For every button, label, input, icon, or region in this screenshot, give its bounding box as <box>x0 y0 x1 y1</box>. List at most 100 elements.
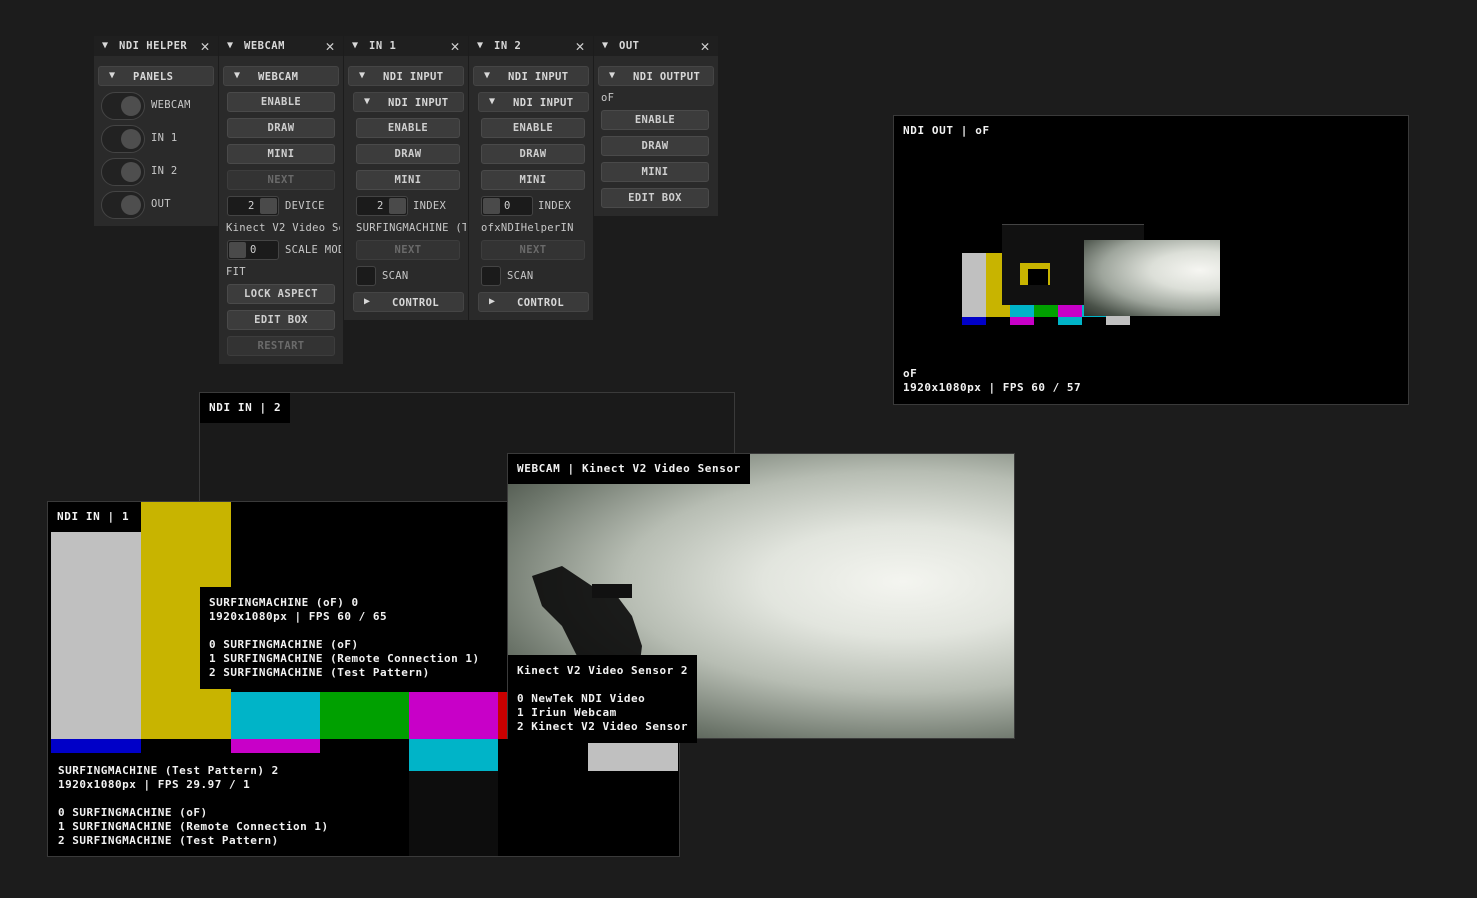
toggle-out[interactable] <box>101 191 145 219</box>
device-slider[interactable]: 2 <box>227 196 279 216</box>
toggle-in2[interactable] <box>101 158 145 186</box>
edit-box-button[interactable]: EDIT BOX <box>601 188 709 208</box>
mini-button[interactable]: MINI <box>481 170 585 190</box>
restart-button[interactable]: RESTART <box>227 336 335 356</box>
test-pattern-bar-gray <box>51 532 141 739</box>
group-webcam[interactable]: ▼ WEBCAM <box>223 66 339 86</box>
draw-button[interactable]: DRAW <box>356 144 460 164</box>
group-control[interactable]: ▶ CONTROL <box>353 292 464 312</box>
toggle-in1[interactable] <box>101 125 145 153</box>
scale-mode-slider[interactable]: 0 <box>227 240 279 260</box>
index-slider[interactable]: 2 <box>356 196 408 216</box>
triangle-down-icon[interactable]: ▼ <box>352 40 359 51</box>
scan-label: SCAN <box>382 270 409 282</box>
group-label: NDI OUTPUT <box>633 71 701 83</box>
slider-knob[interactable] <box>260 198 277 214</box>
mini-button[interactable]: MINI <box>601 162 709 182</box>
index-value: 0 <box>504 200 511 212</box>
triangle-down-icon[interactable]: ▼ <box>102 40 109 51</box>
index-slider[interactable]: 0 <box>481 196 533 216</box>
panel-title: NDI HELPER <box>119 40 188 52</box>
panel-webcam: ▼ WEBCAM ✕ ▼ WEBCAM ENABLE DRAW MINI NEX… <box>219 36 343 364</box>
panel-title-bar[interactable]: ▼ OUT ✕ <box>594 36 718 56</box>
panel-in1: ▼ IN 1 ✕ ▼ NDI INPUT ▼ NDI INPUT ENABLE … <box>344 36 468 320</box>
triangle-down-icon[interactable]: ▼ <box>602 40 609 51</box>
panel-title: IN 1 <box>369 40 397 52</box>
toggle-knob <box>121 162 141 182</box>
next-button[interactable]: NEXT <box>356 240 460 260</box>
close-icon[interactable]: ✕ <box>325 37 335 55</box>
scale-mode-label: SCALE MOD <box>285 244 341 256</box>
panel-title-bar[interactable]: ▼ NDI HELPER ✕ <box>94 36 218 56</box>
edit-box-button[interactable]: EDIT BOX <box>227 310 335 330</box>
draw-button[interactable]: DRAW <box>601 136 709 156</box>
close-icon[interactable]: ✕ <box>200 37 210 55</box>
next-button[interactable]: NEXT <box>481 240 585 260</box>
triangle-down-icon: ▼ <box>109 70 116 81</box>
group-ndi-output[interactable]: ▼ NDI OUTPUT <box>598 66 714 86</box>
toggle-label-out: OUT <box>151 198 171 210</box>
output-name: oF <box>601 92 615 104</box>
triangle-down-icon: ▼ <box>484 70 491 81</box>
device-name: Kinect V2 Video Se <box>226 222 340 234</box>
mini-button[interactable]: MINI <box>356 170 460 190</box>
panel-title-bar[interactable]: ▼ IN 2 ✕ <box>469 36 593 56</box>
slider-knob[interactable] <box>389 198 406 214</box>
slider-knob[interactable] <box>229 242 246 258</box>
out-preview-webcam <box>1084 240 1220 316</box>
close-icon[interactable]: ✕ <box>450 37 460 55</box>
group-label: NDI INPUT <box>383 71 444 83</box>
group-control[interactable]: ▶ CONTROL <box>478 292 589 312</box>
device-label: DEVICE <box>285 200 325 212</box>
panel-title-bar[interactable]: ▼ IN 1 ✕ <box>344 36 468 56</box>
slider-knob[interactable] <box>483 198 500 214</box>
ndi-in2-window-info: SURFINGMACHINE (oF) 0 1920x1080px | FPS … <box>200 587 483 689</box>
toggle-webcam[interactable] <box>101 92 145 120</box>
panel-title-bar[interactable]: ▼ WEBCAM ✕ <box>219 36 343 56</box>
enable-button[interactable]: ENABLE <box>356 118 460 138</box>
enable-button[interactable]: ENABLE <box>227 92 335 112</box>
index-value: 2 <box>377 200 384 212</box>
scan-label: SCAN <box>507 270 534 282</box>
triangle-down-icon[interactable]: ▼ <box>227 40 234 51</box>
index-label: INDEX <box>538 200 572 212</box>
window-title[interactable]: NDI IN | 1 <box>48 502 139 532</box>
group-panels[interactable]: ▼ PANELS <box>98 66 214 86</box>
source-name: ofxNDIHelperIN <box>481 222 574 234</box>
subgroup-ndi-input[interactable]: ▼ NDI INPUT <box>353 92 464 112</box>
triangle-right-icon: ▶ <box>489 296 496 307</box>
group-label: CONTROL <box>392 297 440 309</box>
panel-out: ▼ OUT ✕ ▼ NDI OUTPUT oF ENABLE DRAW MINI… <box>594 36 718 216</box>
subgroup-ndi-input[interactable]: ▼ NDI INPUT <box>478 92 589 112</box>
panel-ndi-helper: ▼ NDI HELPER ✕ ▼ PANELS WEBCAM IN 1 IN 2… <box>94 36 218 226</box>
triangle-down-icon[interactable]: ▼ <box>477 40 484 51</box>
group-ndi-input[interactable]: ▼ NDI INPUT <box>348 66 464 86</box>
enable-button[interactable]: ENABLE <box>481 118 585 138</box>
window-title[interactable]: WEBCAM | Kinect V2 Video Sensor <box>508 454 750 484</box>
enable-button[interactable]: ENABLE <box>601 110 709 130</box>
close-icon[interactable]: ✕ <box>575 37 585 55</box>
window-title[interactable]: NDI IN | 2 <box>200 393 291 423</box>
lock-aspect-button[interactable]: LOCK ASPECT <box>227 284 335 304</box>
mini-button[interactable]: MINI <box>227 144 335 164</box>
panel-title: OUT <box>619 40 640 52</box>
close-icon[interactable]: ✕ <box>700 37 710 55</box>
draw-button[interactable]: DRAW <box>227 118 335 138</box>
ndi-out-window[interactable]: NDI OUT | oF oF 1920x1080px | FPS 60 / 5… <box>893 115 1409 405</box>
scan-checkbox[interactable] <box>481 266 501 286</box>
window-info: SURFINGMACHINE (Test Pattern) 2 1920x108… <box>49 755 338 856</box>
panel-in2: ▼ IN 2 ✕ ▼ NDI INPUT ▼ NDI INPUT ENABLE … <box>469 36 593 320</box>
toggle-knob <box>121 129 141 149</box>
next-button[interactable]: NEXT <box>227 170 335 190</box>
scan-checkbox[interactable] <box>356 266 376 286</box>
panel-title: IN 2 <box>494 40 522 52</box>
group-label: NDI INPUT <box>388 97 449 109</box>
group-ndi-input[interactable]: ▼ NDI INPUT <box>473 66 589 86</box>
draw-button[interactable]: DRAW <box>481 144 585 164</box>
index-label: INDEX <box>413 200 447 212</box>
test-pattern-white-block <box>588 739 678 771</box>
toggle-knob <box>121 96 141 116</box>
triangle-down-icon: ▼ <box>364 96 371 107</box>
window-title[interactable]: NDI OUT | oF <box>894 116 999 146</box>
group-label: NDI INPUT <box>508 71 569 83</box>
